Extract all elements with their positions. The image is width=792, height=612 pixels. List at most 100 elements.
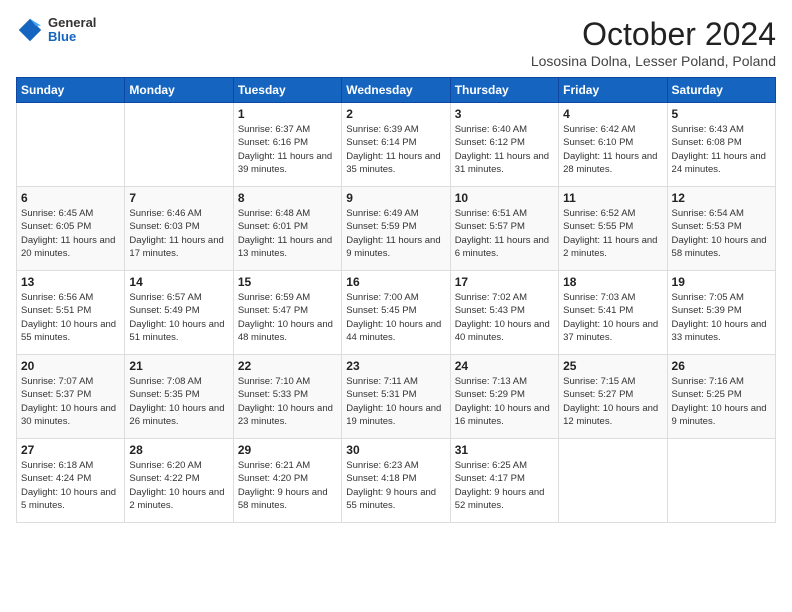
day-info: Sunrise: 6:25 AM Sunset: 4:17 PM Dayligh…	[455, 459, 554, 512]
day-cell	[125, 103, 233, 187]
header-cell-monday: Monday	[125, 78, 233, 103]
day-number: 17	[455, 275, 554, 289]
day-cell	[559, 439, 667, 523]
day-number: 15	[238, 275, 337, 289]
day-info: Sunrise: 7:11 AM Sunset: 5:31 PM Dayligh…	[346, 375, 445, 428]
day-cell: 2 Sunrise: 6:39 AM Sunset: 6:14 PM Daylig…	[342, 103, 450, 187]
day-info: Sunrise: 6:46 AM Sunset: 6:03 PM Dayligh…	[129, 207, 228, 260]
title-area: October 2024 Lososina Dolna, Lesser Pola…	[531, 16, 776, 69]
day-number: 22	[238, 359, 337, 373]
day-cell: 26 Sunrise: 7:16 AM Sunset: 5:25 PM Dayli…	[667, 355, 775, 439]
day-info: Sunrise: 7:03 AM Sunset: 5:41 PM Dayligh…	[563, 291, 662, 344]
day-cell: 10Sunrise: 6:51 AM Sunset: 5:57 PM Dayli…	[450, 187, 558, 271]
day-cell: 8Sunrise: 6:48 AM Sunset: 6:01 PM Daylig…	[233, 187, 341, 271]
calendar-table: SundayMondayTuesdayWednesdayThursdayFrid…	[16, 77, 776, 523]
day-cell	[667, 439, 775, 523]
day-info: Sunrise: 7:13 AM Sunset: 5:29 PM Dayligh…	[455, 375, 554, 428]
day-info: Sunrise: 7:10 AM Sunset: 5:33 PM Dayligh…	[238, 375, 337, 428]
day-info: Sunrise: 6:20 AM Sunset: 4:22 PM Dayligh…	[129, 459, 228, 512]
day-number: 29	[238, 443, 337, 457]
day-number: 21	[129, 359, 228, 373]
day-number: 30	[346, 443, 445, 457]
day-info: Sunrise: 7:07 AM Sunset: 5:37 PM Dayligh…	[21, 375, 120, 428]
day-info: Sunrise: 7:16 AM Sunset: 5:25 PM Dayligh…	[672, 375, 771, 428]
day-cell: 15Sunrise: 6:59 AM Sunset: 5:47 PM Dayli…	[233, 271, 341, 355]
day-cell: 4Sunrise: 6:42 AM Sunset: 6:10 PM Daylig…	[559, 103, 667, 187]
day-cell: 9 Sunrise: 6:49 AM Sunset: 5:59 PM Daylig…	[342, 187, 450, 271]
day-number: 23	[346, 359, 445, 373]
day-cell: 6Sunrise: 6:45 AM Sunset: 6:05 PM Daylig…	[17, 187, 125, 271]
day-info: Sunrise: 6:56 AM Sunset: 5:51 PM Dayligh…	[21, 291, 120, 344]
day-info: Sunrise: 6:49 AM Sunset: 5:59 PM Dayligh…	[346, 207, 445, 260]
week-row-1: 1Sunrise: 6:37 AM Sunset: 6:16 PM Daylig…	[17, 103, 776, 187]
day-info: Sunrise: 7:05 AM Sunset: 5:39 PM Dayligh…	[672, 291, 771, 344]
day-cell: 20Sunrise: 7:07 AM Sunset: 5:37 PM Dayli…	[17, 355, 125, 439]
day-number: 11	[563, 191, 662, 205]
day-info: Sunrise: 7:00 AM Sunset: 5:45 PM Dayligh…	[346, 291, 445, 344]
day-info: Sunrise: 6:18 AM Sunset: 4:24 PM Dayligh…	[21, 459, 120, 512]
day-info: Sunrise: 6:43 AM Sunset: 6:08 PM Dayligh…	[672, 123, 771, 176]
day-number: 31	[455, 443, 554, 457]
day-number: 27	[21, 443, 120, 457]
day-cell: 11 Sunrise: 6:52 AM Sunset: 5:55 PM Dayli…	[559, 187, 667, 271]
day-number: 19	[672, 275, 771, 289]
day-cell: 7 Sunrise: 6:46 AM Sunset: 6:03 PM Daylig…	[125, 187, 233, 271]
month-title: October 2024	[531, 16, 776, 53]
day-number: 7	[129, 191, 228, 205]
day-number: 14	[129, 275, 228, 289]
logo-general-text: General	[48, 16, 96, 30]
day-info: Sunrise: 6:51 AM Sunset: 5:57 PM Dayligh…	[455, 207, 554, 260]
day-cell: 18 Sunrise: 7:03 AM Sunset: 5:41 PM Dayli…	[559, 271, 667, 355]
day-cell: 27 Sunrise: 6:18 AM Sunset: 4:24 PM Dayli…	[17, 439, 125, 523]
day-info: Sunrise: 6:42 AM Sunset: 6:10 PM Dayligh…	[563, 123, 662, 176]
calendar-body: 1Sunrise: 6:37 AM Sunset: 6:16 PM Daylig…	[17, 103, 776, 523]
day-cell: 30Sunrise: 6:23 AM Sunset: 4:18 PM Dayli…	[342, 439, 450, 523]
day-cell: 24Sunrise: 7:13 AM Sunset: 5:29 PM Dayli…	[450, 355, 558, 439]
day-number: 18	[563, 275, 662, 289]
day-info: Sunrise: 7:08 AM Sunset: 5:35 PM Dayligh…	[129, 375, 228, 428]
day-cell: 14 Sunrise: 6:57 AM Sunset: 5:49 PM Dayli…	[125, 271, 233, 355]
day-info: Sunrise: 6:37 AM Sunset: 6:16 PM Dayligh…	[238, 123, 337, 176]
day-info: Sunrise: 7:02 AM Sunset: 5:43 PM Dayligh…	[455, 291, 554, 344]
day-cell: 3Sunrise: 6:40 AM Sunset: 6:12 PM Daylig…	[450, 103, 558, 187]
header-cell-sunday: Sunday	[17, 78, 125, 103]
day-cell: 16 Sunrise: 7:00 AM Sunset: 5:45 PM Dayli…	[342, 271, 450, 355]
day-cell: 22 Sunrise: 7:10 AM Sunset: 5:33 PM Dayli…	[233, 355, 341, 439]
day-cell: 23 Sunrise: 7:11 AM Sunset: 5:31 PM Dayli…	[342, 355, 450, 439]
week-row-2: 6Sunrise: 6:45 AM Sunset: 6:05 PM Daylig…	[17, 187, 776, 271]
day-cell: 28 Sunrise: 6:20 AM Sunset: 4:22 PM Dayli…	[125, 439, 233, 523]
week-row-5: 27 Sunrise: 6:18 AM Sunset: 4:24 PM Dayli…	[17, 439, 776, 523]
day-cell: 19 Sunrise: 7:05 AM Sunset: 5:39 PM Dayli…	[667, 271, 775, 355]
header-row: SundayMondayTuesdayWednesdayThursdayFrid…	[17, 78, 776, 103]
day-number: 28	[129, 443, 228, 457]
week-row-4: 20Sunrise: 7:07 AM Sunset: 5:37 PM Dayli…	[17, 355, 776, 439]
day-number: 26	[672, 359, 771, 373]
day-info: Sunrise: 6:48 AM Sunset: 6:01 PM Dayligh…	[238, 207, 337, 260]
day-number: 9	[346, 191, 445, 205]
day-info: Sunrise: 6:52 AM Sunset: 5:55 PM Dayligh…	[563, 207, 662, 260]
day-number: 16	[346, 275, 445, 289]
day-info: Sunrise: 7:15 AM Sunset: 5:27 PM Dayligh…	[563, 375, 662, 428]
logo-blue-text: Blue	[48, 30, 96, 44]
week-row-3: 13Sunrise: 6:56 AM Sunset: 5:51 PM Dayli…	[17, 271, 776, 355]
day-number: 5	[672, 107, 771, 121]
day-cell: 25Sunrise: 7:15 AM Sunset: 5:27 PM Dayli…	[559, 355, 667, 439]
header-cell-wednesday: Wednesday	[342, 78, 450, 103]
day-cell: 29 Sunrise: 6:21 AM Sunset: 4:20 PM Dayli…	[233, 439, 341, 523]
day-cell: 31 Sunrise: 6:25 AM Sunset: 4:17 PM Dayli…	[450, 439, 558, 523]
day-info: Sunrise: 6:39 AM Sunset: 6:14 PM Dayligh…	[346, 123, 445, 176]
day-cell: 5 Sunrise: 6:43 AM Sunset: 6:08 PM Daylig…	[667, 103, 775, 187]
day-cell: 13Sunrise: 6:56 AM Sunset: 5:51 PM Dayli…	[17, 271, 125, 355]
day-cell: 17 Sunrise: 7:02 AM Sunset: 5:43 PM Dayli…	[450, 271, 558, 355]
header-cell-thursday: Thursday	[450, 78, 558, 103]
logo-icon	[16, 16, 44, 44]
header-cell-saturday: Saturday	[667, 78, 775, 103]
page-header: General Blue October 2024 Lososina Dolna…	[16, 16, 776, 69]
day-info: Sunrise: 6:21 AM Sunset: 4:20 PM Dayligh…	[238, 459, 337, 512]
day-info: Sunrise: 6:57 AM Sunset: 5:49 PM Dayligh…	[129, 291, 228, 344]
day-number: 6	[21, 191, 120, 205]
day-info: Sunrise: 6:54 AM Sunset: 5:53 PM Dayligh…	[672, 207, 771, 260]
day-cell: 1Sunrise: 6:37 AM Sunset: 6:16 PM Daylig…	[233, 103, 341, 187]
day-number: 2	[346, 107, 445, 121]
day-info: Sunrise: 6:40 AM Sunset: 6:12 PM Dayligh…	[455, 123, 554, 176]
